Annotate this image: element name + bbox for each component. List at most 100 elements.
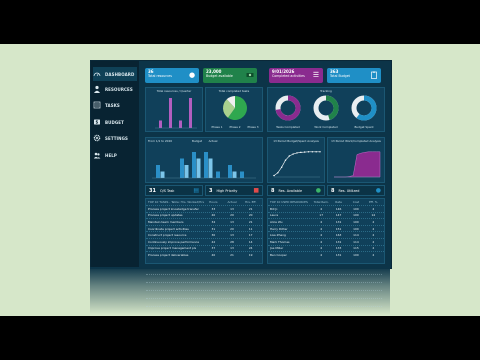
table-cell-value: 20 — [230, 226, 234, 231]
table-row: Coordinate project activities 31 20 11 — [146, 224, 262, 232]
sidebar: DASHBOARD RESOURCES TASKS $ BUDGET SETTI… — [91, 61, 139, 268]
sidebar-item-tasks[interactable]: TASKS — [93, 98, 137, 112]
table-cell-value: 11 — [248, 226, 253, 231]
table-cell-name: Laura — [270, 213, 279, 218]
svg-text:$: $ — [96, 120, 99, 125]
sidebar-item-label: TASKS — [105, 102, 120, 108]
quarter-bar — [189, 98, 192, 128]
resources-quarter-chart — [155, 98, 197, 129]
table-cell-value: 24 — [248, 246, 253, 251]
table-cell-value: 4 — [372, 233, 375, 238]
budget-actual-panel: From 1/1 to 2026 Budget Actual — [145, 137, 263, 183]
table-cell-name: Process project knowledge transfer — [148, 206, 199, 211]
table-cell-value: 13 — [230, 219, 234, 224]
table-row: Process project knowledge transfer 33 13 21 — [146, 205, 262, 212]
budget-spent-line-chart — [273, 151, 321, 178]
line-point — [292, 153, 294, 155]
table-row: Alice Wu 4 131 100 4 — [268, 218, 384, 225]
table-row: Construct project resource 30 13 17 — [146, 231, 262, 238]
checklist-icon: ▤ — [193, 187, 199, 194]
completed-tasks-pie — [223, 96, 247, 120]
table-cell-value: 4 — [372, 219, 375, 224]
table-cell-value: 146 — [335, 206, 342, 211]
table-cell-value: 4 — [372, 239, 375, 244]
table-cell-value: 4 — [320, 252, 323, 257]
line-point — [284, 159, 287, 161]
top-resources-table: TOP 10 USED RESOURCES Total Rem. Rate Co… — [267, 198, 385, 264]
budget-bar — [180, 158, 184, 178]
table-cell-name: Harry Potter — [270, 226, 288, 231]
table-cell-value: 21 — [248, 206, 253, 211]
actual-bar — [232, 171, 237, 178]
budget-bar — [192, 152, 196, 178]
budget-bar — [228, 165, 232, 178]
table-cell-value: 31 — [211, 226, 216, 231]
table-row: Laura 17 147 100 14 — [268, 211, 384, 219]
budget-spent-line — [273, 151, 320, 176]
table-cell-value: 151 — [335, 226, 342, 231]
kpi-budget-available: 23,000 Budget available — [203, 68, 257, 83]
stat-os-task: 31 O/S Task ▤ — [145, 185, 203, 196]
line-point — [303, 151, 306, 153]
line-point — [296, 152, 298, 154]
table-cell-name: Improve project management pls — [148, 246, 197, 251]
table-cell-name: Ben Cooper — [270, 252, 287, 257]
table-cell-name: Bill Jr. — [270, 206, 279, 211]
budget-bar — [216, 171, 220, 178]
table-cell-value: 4 — [320, 233, 323, 238]
table-row: Harry Potter 4 151 100 4 — [268, 224, 384, 232]
sidebar-item-resources[interactable]: RESOURCES — [93, 82, 137, 96]
table-row: Process project deliverables 40 21 19 — [146, 251, 262, 258]
table-cell-name: Process project deliverables — [148, 252, 189, 257]
table-cell-value: 28 — [230, 239, 234, 244]
stat-res-utilized: 8 Res. Utilized ● — [327, 185, 385, 196]
table-cell-value: 4 — [320, 226, 323, 231]
budget-bar — [204, 152, 208, 178]
bars-legend-actual: Actual — [208, 139, 218, 143]
completed-tasks-panel: Total completed tasks Phase 1 Phase 2 Ph… — [205, 87, 263, 132]
table-cell-value: 147 — [335, 213, 342, 218]
gear-icon — [93, 134, 101, 142]
line-point — [273, 174, 275, 177]
table-cell-value: 20 — [230, 213, 234, 218]
people-icon: ● — [188, 71, 196, 79]
people-icon: ● — [375, 187, 381, 194]
table-cell-name: Construct project resource — [148, 233, 187, 238]
sidebar-item-label: SETTINGS — [105, 135, 128, 141]
sidebar-item-label: BUDGET — [105, 119, 124, 125]
kpi-completed-activities: 9/01/2026 Completed activities ☰ — [269, 68, 323, 83]
sidebar-item-label: DASHBOARD — [105, 71, 135, 77]
table-cell-value: 133 — [335, 246, 342, 251]
actual-bar — [184, 165, 189, 178]
sidebar-item-dashboard[interactable]: DASHBOARD — [93, 67, 137, 81]
table-cell-value: 17 — [319, 213, 324, 218]
table-cell-value: 131 — [335, 219, 342, 224]
table-cell-value: 33 — [211, 206, 216, 211]
budget-spent-analysis-panel: 13 Period Budget/Spent Analysis — [267, 137, 325, 183]
table-cell-value: 14 — [371, 213, 376, 218]
table-cell-value: 40 — [211, 252, 216, 257]
table-row: Lisa Zhang 4 163 114 4 — [268, 231, 384, 238]
quarter-bar — [179, 120, 182, 128]
work-completed-area-chart — [334, 151, 381, 178]
sidebar-item-settings[interactable]: SETTINGS — [93, 131, 137, 145]
table-cell-name: Coordinate project activities — [148, 226, 189, 231]
table-cell-value: 131 — [335, 252, 342, 257]
table-row: Process project updates 40 20 20 — [146, 211, 262, 219]
actual-bar — [196, 158, 201, 178]
tracking-panel: Tracking Tasks Completed Work Completed … — [267, 87, 385, 132]
table-cell-value: 4 — [372, 246, 375, 251]
table-cell-name: Joe Miller — [270, 246, 284, 251]
budget-bar — [240, 171, 244, 178]
table-cell-value: 100 — [353, 219, 359, 224]
dashboard-window: DASHBOARD RESOURCES TASKS $ BUDGET SETTI… — [90, 60, 392, 269]
line-point — [307, 151, 310, 153]
sidebar-item-budget[interactable]: $ BUDGET — [93, 115, 137, 129]
table-cell-name: Alice Wu — [270, 219, 283, 224]
table-cell-value: 37 — [211, 246, 216, 251]
sidebar-item-label: RESOURCES — [105, 86, 133, 92]
budget-actual-chart — [152, 152, 256, 179]
dashboard-main: 36 Total resources ● 23,000 Budget availab… — [143, 65, 387, 265]
table-cell-value: 20 — [248, 213, 253, 218]
sidebar-item-help[interactable]: HELP — [93, 148, 137, 162]
